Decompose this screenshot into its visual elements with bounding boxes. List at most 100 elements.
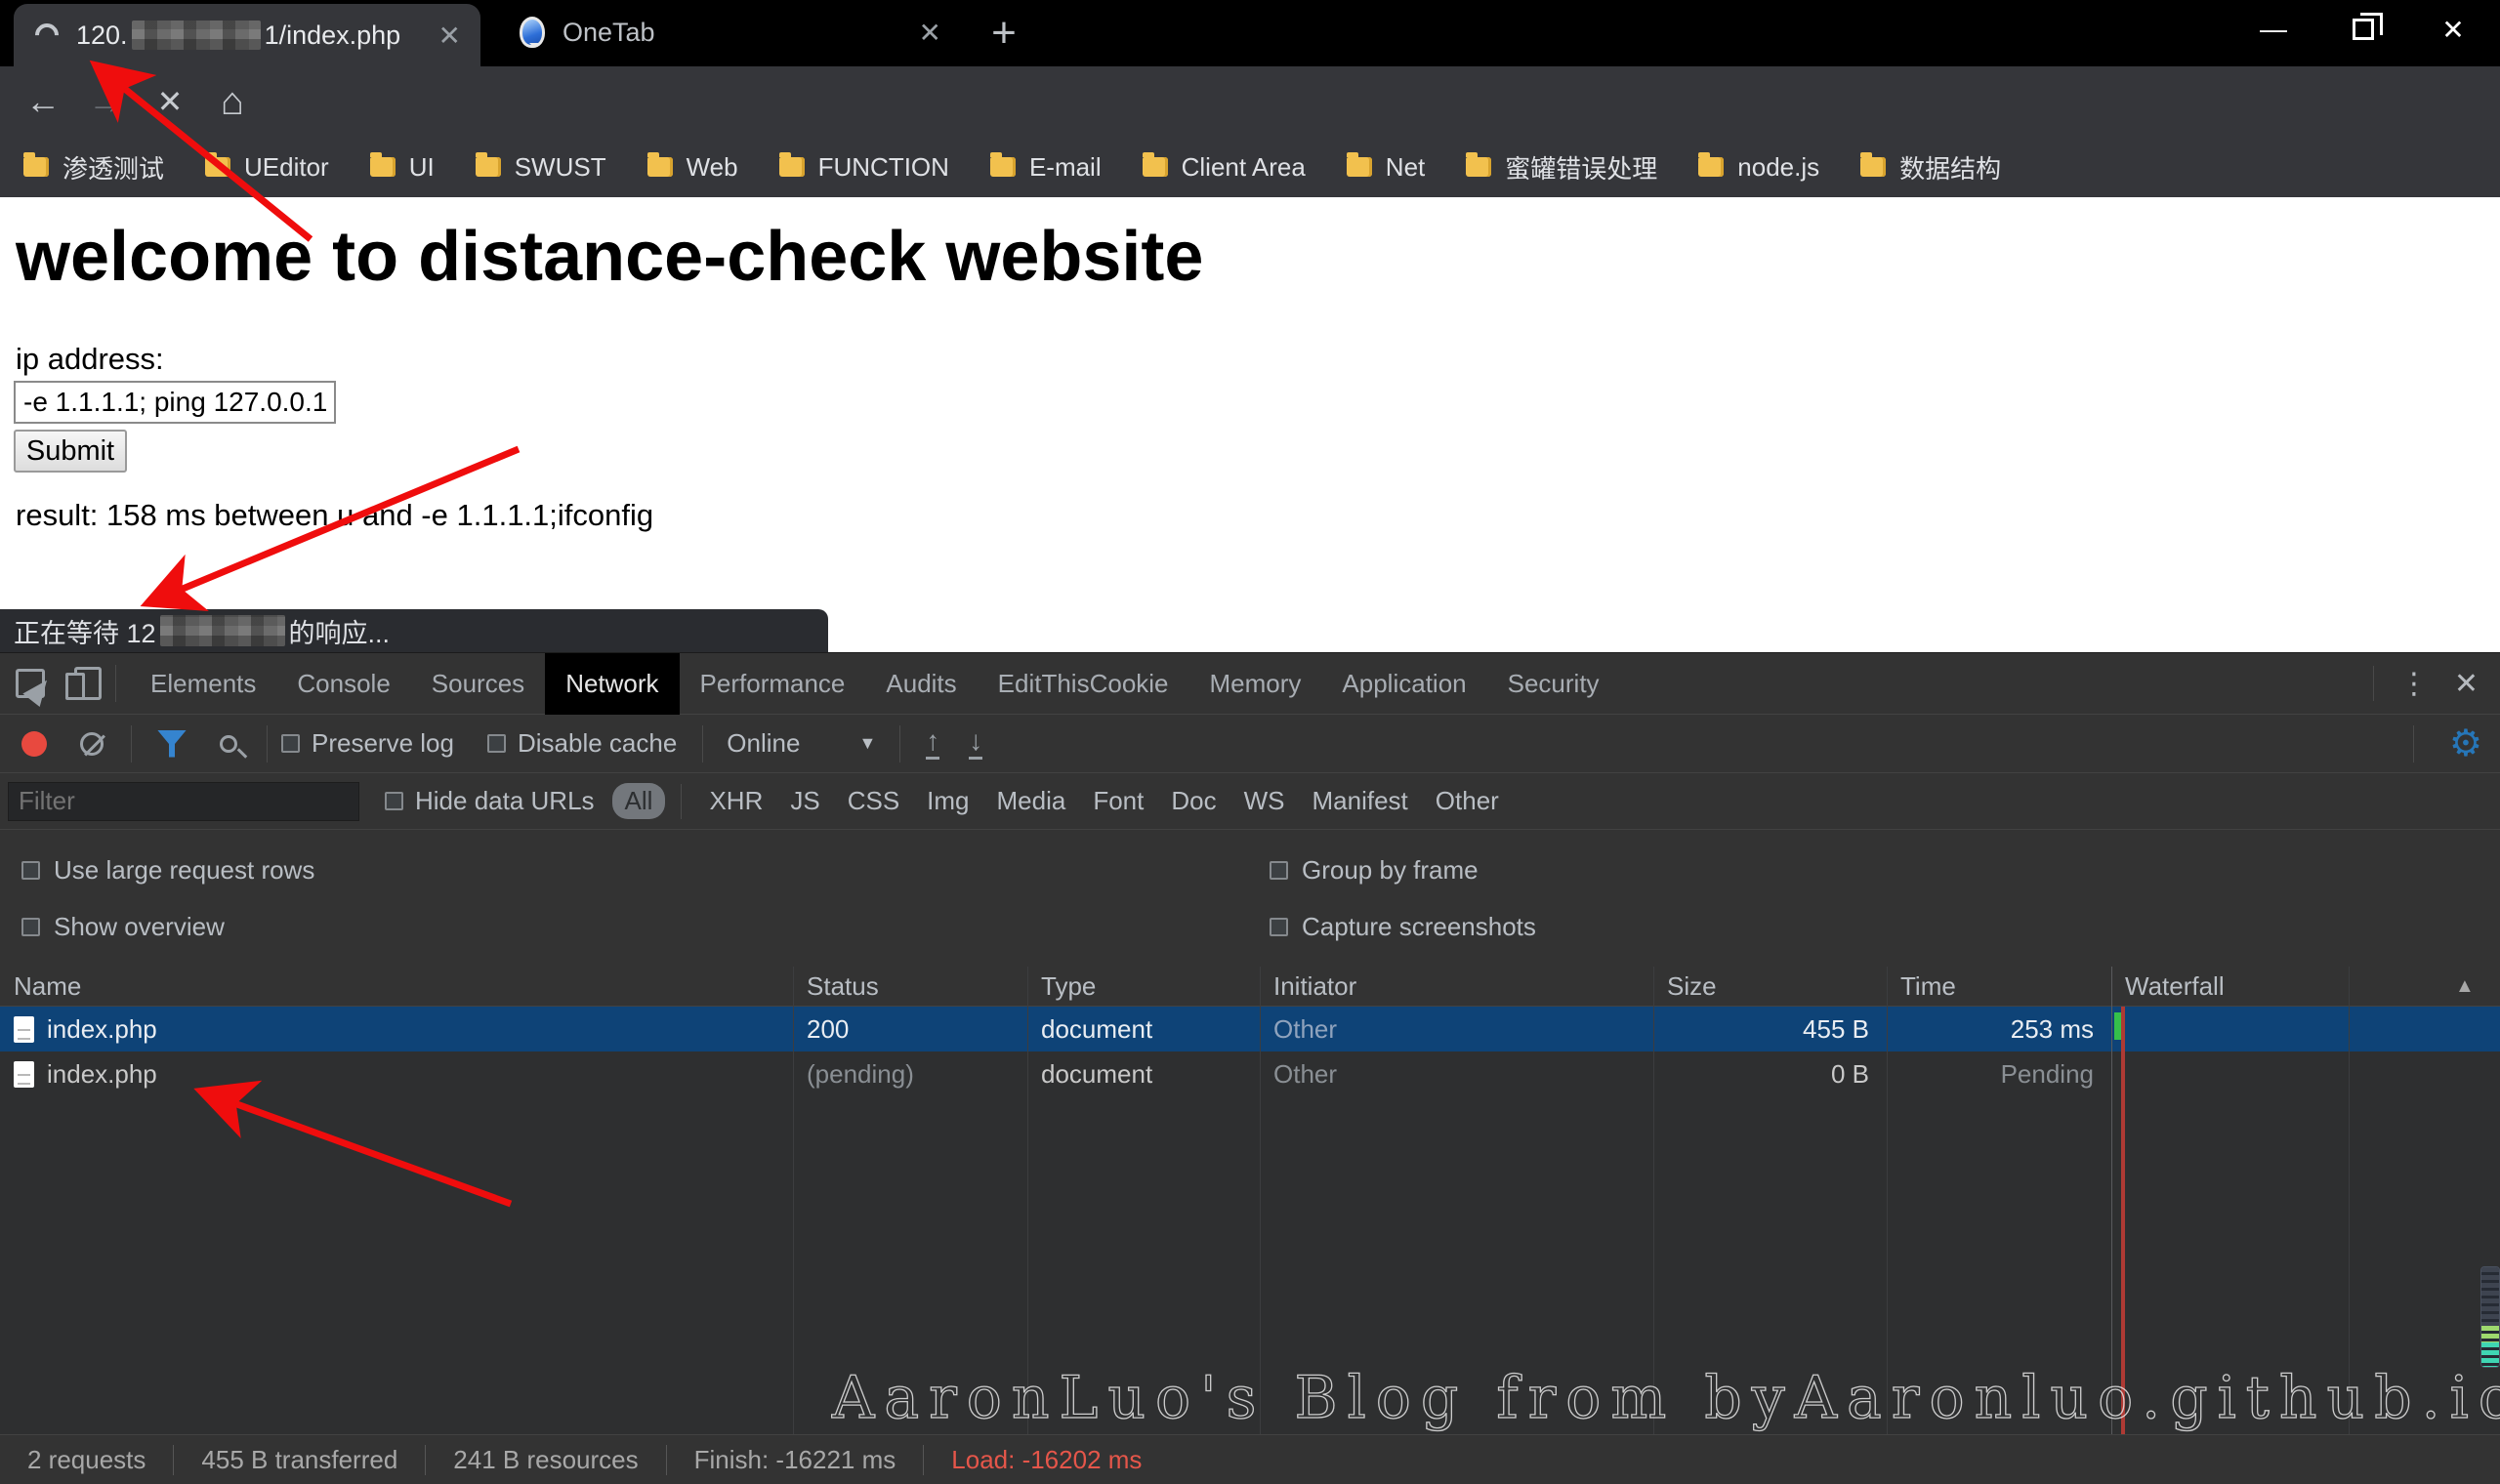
browser-titlebar: 120. 1/index.php ✕ OneTab ✕ + — ✕: [0, 0, 2500, 66]
disable-cache-label: Disable cache: [518, 728, 677, 759]
bookmark-folder[interactable]: 数据结构: [1860, 149, 2001, 186]
devtools-tab-elements[interactable]: Elements: [130, 653, 276, 715]
bookmark-folder[interactable]: Web: [647, 152, 738, 183]
bookmark-folder[interactable]: E-mail: [990, 152, 1102, 183]
network-settings-gear-icon[interactable]: ⚙: [2449, 721, 2482, 765]
devtools-tab-console[interactable]: Console: [276, 653, 410, 715]
filter-media[interactable]: Media: [997, 786, 1066, 816]
capture-screenshots-checkbox[interactable]: [1270, 918, 1288, 936]
devtools-tabbar: Elements Console Sources Network Perform…: [0, 653, 2500, 715]
throttling-dropdown[interactable]: Online: [727, 728, 800, 759]
filter-all-pill[interactable]: All: [612, 783, 666, 819]
import-har-icon[interactable]: ↑: [926, 727, 939, 760]
use-large-request-rows-checkbox[interactable]: [21, 861, 40, 880]
bookmark-folder[interactable]: Net: [1347, 152, 1425, 183]
hide-data-urls-checkbox[interactable]: [385, 792, 403, 810]
devtools-tab-application[interactable]: Application: [1321, 653, 1486, 715]
preserve-log-checkbox[interactable]: [281, 734, 300, 753]
devtools-tab-sources[interactable]: Sources: [411, 653, 545, 715]
load-time: Load: -16202 ms: [923, 1445, 1169, 1475]
document-icon: [14, 1016, 34, 1043]
bookmark-folder[interactable]: 渗透测试: [23, 149, 164, 186]
devtools-tab-editthiscookie[interactable]: EditThisCookie: [978, 653, 1189, 715]
show-overview-checkbox[interactable]: [21, 918, 40, 936]
folder-icon: [1143, 157, 1168, 177]
devtools-close-button[interactable]: ✕: [2454, 667, 2479, 701]
column-header-status[interactable]: Status: [793, 967, 1027, 1007]
divider: [131, 725, 132, 763]
bookmark-folder[interactable]: UEditor: [205, 152, 329, 183]
window-restore-button[interactable]: [2318, 0, 2408, 59]
inspect-element-icon[interactable]: [16, 669, 45, 698]
column-header-time[interactable]: Time: [1887, 967, 2111, 1007]
bookmark-folder[interactable]: UI: [370, 152, 435, 183]
request-row-index-php-1[interactable]: index.php 200 document Other 455 B 253 m…: [0, 1007, 2500, 1051]
use-large-request-rows-label: Use large request rows: [54, 855, 314, 886]
request-name: index.php: [47, 1014, 157, 1045]
column-header-initiator[interactable]: Initiator: [1260, 967, 1653, 1007]
request-type: document: [1027, 1051, 1260, 1096]
bookmark-folder[interactable]: FUNCTION: [779, 152, 949, 183]
bookmark-folder[interactable]: Client Area: [1143, 152, 1306, 183]
filter-js[interactable]: JS: [790, 786, 819, 816]
resources-size: 241 B resources: [425, 1445, 665, 1475]
forward-button[interactable]: →: [76, 66, 135, 137]
back-button[interactable]: ←: [14, 66, 72, 137]
home-button[interactable]: ⌂: [203, 66, 262, 137]
redacted-host: [160, 615, 285, 646]
bookmark-folder[interactable]: 蜜罐错误处理: [1466, 149, 1657, 186]
devtools-tab-security[interactable]: Security: [1487, 653, 1620, 715]
filter-img[interactable]: Img: [927, 786, 969, 816]
filter-other[interactable]: Other: [1436, 786, 1499, 816]
browser-tab-active[interactable]: 120. 1/index.php ✕: [14, 4, 480, 66]
ip-address-label: ip address:: [16, 342, 164, 377]
column-header-name[interactable]: Name: [0, 967, 793, 1007]
bookmark-label: 蜜罐错误处理: [1505, 149, 1657, 186]
column-header-size[interactable]: Size: [1653, 967, 1887, 1007]
bookmark-folder[interactable]: SWUST: [476, 152, 606, 183]
search-icon[interactable]: [220, 735, 237, 753]
tab-close-icon[interactable]: ✕: [438, 20, 461, 52]
filter-input[interactable]: [8, 782, 359, 821]
device-toolbar-icon[interactable]: [74, 667, 102, 700]
chevron-down-icon[interactable]: ▼: [858, 733, 876, 754]
filter-font[interactable]: Font: [1093, 786, 1144, 816]
ip-address-input[interactable]: [14, 381, 336, 424]
column-header-waterfall[interactable]: Waterfall: [2111, 967, 2404, 1007]
waterfall-scrollbar[interactable]: [2480, 1266, 2500, 1368]
sort-ascending-icon[interactable]: ▲: [2441, 967, 2500, 1007]
window-close-button[interactable]: ✕: [2408, 0, 2498, 59]
devtools-tab-memory[interactable]: Memory: [1189, 653, 1322, 715]
devtools-tab-audits[interactable]: Audits: [865, 653, 977, 715]
export-har-icon[interactable]: ↓: [969, 727, 982, 760]
tab-close-icon[interactable]: ✕: [919, 17, 941, 49]
filter-ws[interactable]: WS: [1244, 786, 1285, 816]
onetab-favicon: [520, 17, 545, 48]
browser-tab-onetab[interactable]: OneTab ✕: [486, 0, 957, 64]
bookmark-label: Net: [1386, 152, 1425, 183]
request-row-index-php-2[interactable]: index.php (pending) document Other 0 B P…: [0, 1051, 2500, 1096]
filter-manifest[interactable]: Manifest: [1312, 786, 1408, 816]
filter-funnel-icon[interactable]: [157, 730, 187, 758]
disable-cache-checkbox[interactable]: [487, 734, 506, 753]
window-minimize-button[interactable]: —: [2229, 0, 2318, 59]
clear-requests-icon[interactable]: [80, 732, 104, 756]
bookmark-folder[interactable]: node.js: [1698, 152, 1819, 183]
group-by-frame-checkbox[interactable]: [1270, 861, 1288, 880]
submit-button[interactable]: Submit: [14, 430, 127, 473]
devtools-tab-network[interactable]: Network: [545, 653, 679, 715]
stop-loading-button[interactable]: ✕: [141, 66, 199, 137]
result-text: result: 158 ms between u and -e 1.1.1.1;…: [16, 498, 653, 533]
waterfall-bar-request-1[interactable]: [2114, 1012, 2121, 1040]
devtools-tab-performance[interactable]: Performance: [680, 653, 866, 715]
column-divider[interactable]: [793, 967, 794, 1434]
filter-doc[interactable]: Doc: [1171, 786, 1216, 816]
watermark-text: AaronLuo's Blog from byAaronluo.github.i…: [832, 1364, 2500, 1432]
column-header-type[interactable]: Type: [1027, 967, 1260, 1007]
folder-icon: [990, 157, 1016, 177]
devtools-menu-button[interactable]: ⋮: [2399, 667, 2429, 701]
filter-css[interactable]: CSS: [848, 786, 899, 816]
new-tab-button[interactable]: +: [979, 8, 1029, 59]
record-button[interactable]: [21, 731, 47, 757]
filter-xhr[interactable]: XHR: [709, 786, 763, 816]
